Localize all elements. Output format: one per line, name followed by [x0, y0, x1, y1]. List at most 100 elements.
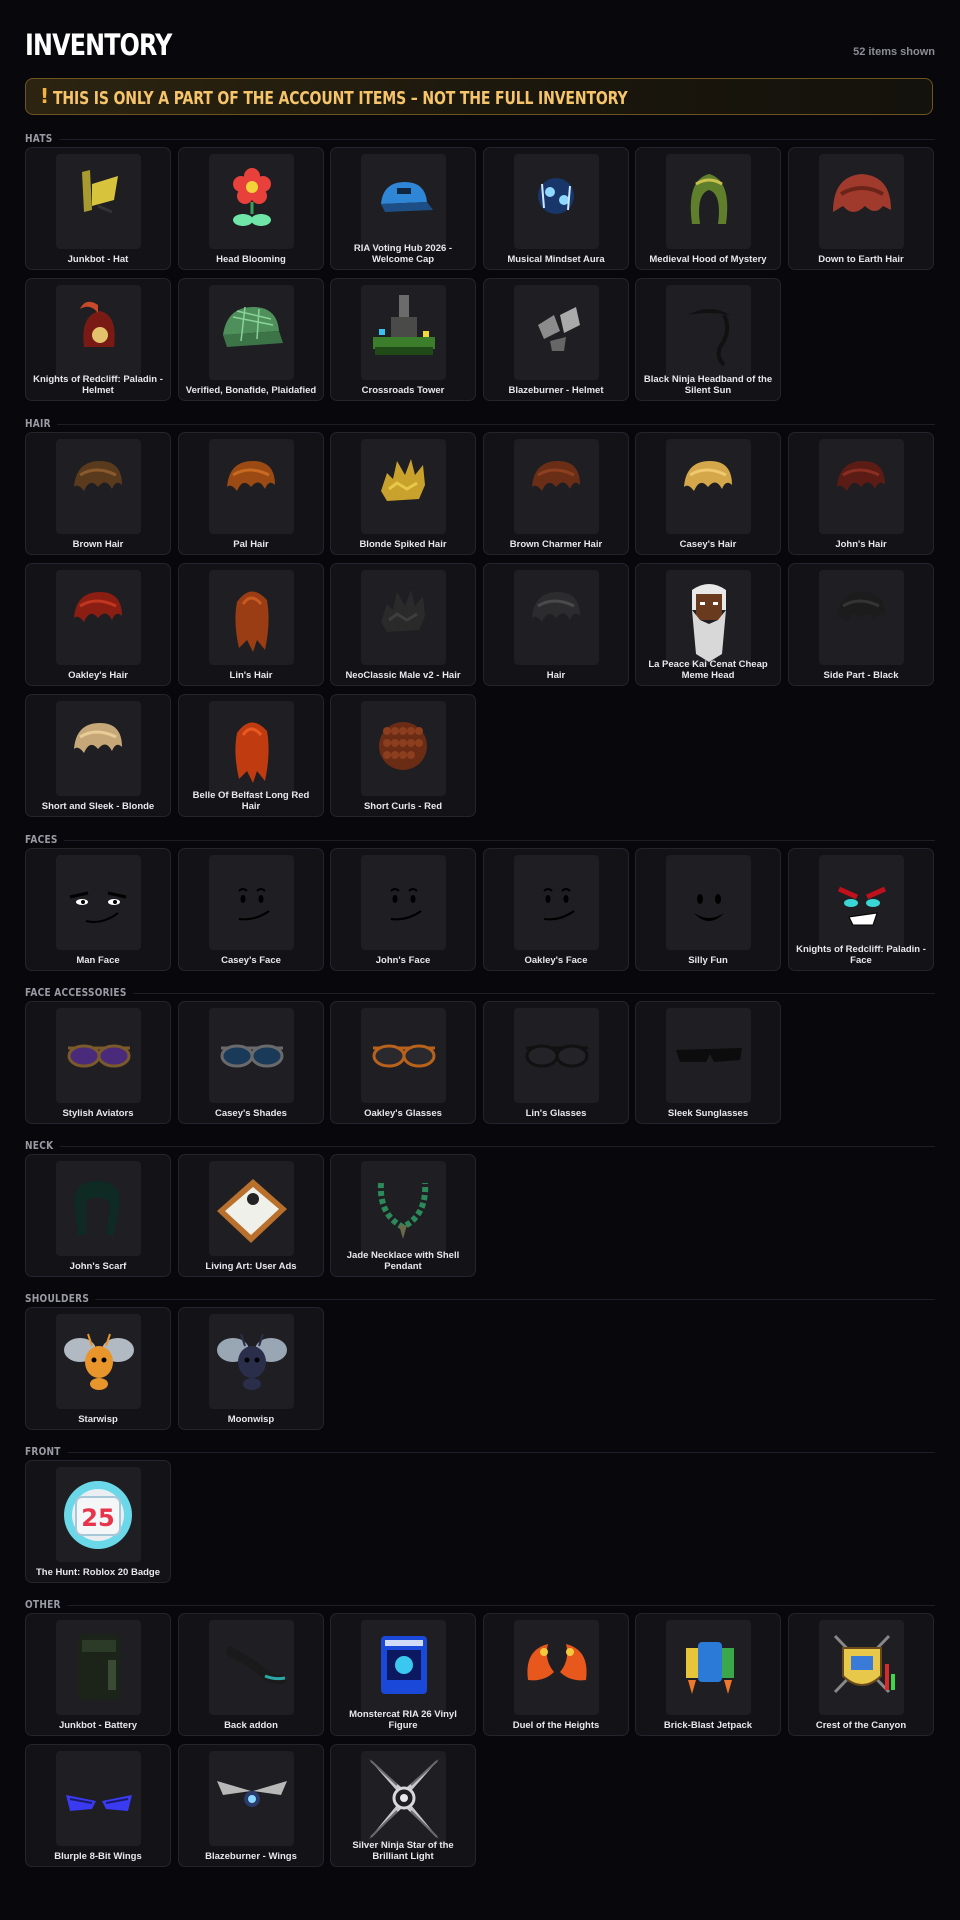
section-header: FACE ACCESSORIES	[25, 986, 935, 1002]
section-faces: FACES Man Face Casey's Face John's Face Oakl…	[25, 833, 935, 971]
item-card[interactable]: Lin's Glasses	[483, 1001, 629, 1124]
item-name: Blazeburner - Wings	[205, 1850, 297, 1862]
item-card[interactable]: RIA Voting Hub 2026 - Welcome Cap	[330, 147, 476, 270]
section-title: FACE ACCESSORIES	[25, 986, 134, 999]
item-card[interactable]: Junkbot - Hat	[25, 147, 171, 270]
item-card[interactable]: Belle Of Belfast Long Red Hair	[178, 694, 324, 817]
hair-red-icon	[56, 570, 141, 665]
item-card[interactable]: John's Hair	[788, 432, 934, 555]
item-card[interactable]: Black Ninja Headband of the Silent Sun	[635, 278, 781, 401]
item-card[interactable]: Duel of the Heights	[483, 1613, 629, 1736]
item-card[interactable]: Hair	[483, 563, 629, 686]
item-card[interactable]: Crossroads Tower	[330, 278, 476, 401]
item-name: Junkbot - Battery	[58, 1719, 138, 1731]
item-card[interactable]: Knights of Redcliff: Paladin - Face	[788, 848, 934, 971]
item-card[interactable]: John's Face	[330, 848, 476, 971]
item-card[interactable]: Junkbot - Battery	[25, 1613, 171, 1736]
item-card[interactable]: Head Blooming	[178, 147, 324, 270]
item-card[interactable]: Casey's Face	[178, 848, 324, 971]
item-card[interactable]: Down to Earth Hair	[788, 147, 934, 270]
section-title: FRONT	[25, 1445, 68, 1458]
framed-art-icon	[209, 1161, 294, 1256]
face-smirk-icon	[209, 855, 294, 950]
item-card[interactable]: Brown Charmer Hair	[483, 432, 629, 555]
item-card[interactable]: Crest of the Canyon	[788, 1613, 934, 1736]
item-card[interactable]: Medieval Hood of Mystery	[635, 147, 781, 270]
item-name: Back addon	[224, 1719, 278, 1731]
item-name: Living Art: User Ads	[205, 1260, 297, 1272]
item-card[interactable]: Knights of Redcliff: Paladin - Helmet	[25, 278, 171, 401]
item-card[interactable]: Blazeburner - Helmet	[483, 278, 629, 401]
item-name: Oakley's Face	[524, 954, 588, 966]
item-card[interactable]: Blazeburner - Wings	[178, 1744, 324, 1867]
item-card[interactable]: Short and Sleek - Blonde	[25, 694, 171, 817]
item-name: Oakley's Glasses	[364, 1107, 442, 1119]
page-title: INVENTORY	[25, 28, 172, 62]
item-card[interactable]: 25 The Hunt: Roblox 20 Badge	[25, 1460, 171, 1583]
item-card[interactable]: Side Part - Black	[788, 563, 934, 686]
item-card[interactable]: Silver Ninja Star of the Brilliant Light	[330, 1744, 476, 1867]
section-header: SHOULDERS	[25, 1292, 935, 1308]
item-name: Short and Sleek - Blonde	[41, 800, 155, 812]
item-card[interactable]: Man Face	[25, 848, 171, 971]
section-title: SHOULDERS	[25, 1292, 96, 1305]
item-card[interactable]: Pal Hair	[178, 432, 324, 555]
item-name: Short Curls - Red	[363, 800, 443, 812]
back-addon-icon	[209, 1620, 294, 1715]
item-card[interactable]: Oakley's Hair	[25, 563, 171, 686]
item-card[interactable]: John's Scarf	[25, 1154, 171, 1277]
item-card[interactable]: Verified, Bonafide, Plaidafied	[178, 278, 324, 401]
item-card[interactable]: Back addon	[178, 1613, 324, 1736]
section-header: HAIR	[25, 417, 935, 433]
item-card[interactable]: Casey's Shades	[178, 1001, 324, 1124]
item-name: Crest of the Canyon	[815, 1719, 907, 1731]
item-name: Head Blooming	[216, 253, 286, 265]
item-name: NeoClassic Male v2 - Hair	[345, 669, 461, 681]
item-name: Casey's Face	[221, 954, 281, 966]
items-count: 52 items shown	[853, 46, 935, 58]
item-card[interactable]: Short Curls - Red	[330, 694, 476, 817]
hair-blonde-spiked-icon	[361, 439, 446, 534]
green-hood-icon	[666, 154, 751, 249]
item-name: Hair	[546, 669, 566, 681]
section-hats: HATS Junkbot - Hat Head Blooming RIA Voting…	[25, 132, 935, 401]
item-card[interactable]: Lin's Hair	[178, 563, 324, 686]
item-name: RIA Voting Hub 2026 - Welcome Cap	[353, 243, 453, 265]
item-card[interactable]: Stylish Aviators	[25, 1001, 171, 1124]
item-card[interactable]: Blonde Spiked Hair	[330, 432, 476, 555]
wisp-dark-icon	[209, 1314, 294, 1409]
item-name: Blonde Spiked Hair	[359, 538, 447, 550]
item-card[interactable]: Moonwisp	[178, 1307, 324, 1430]
section-divider	[25, 993, 935, 994]
warning-text: THIS IS ONLY A PART OF THE ACCOUNT ITEMS…	[53, 88, 628, 109]
hair-black-icon	[361, 570, 446, 665]
item-card[interactable]: Living Art: User Ads	[178, 1154, 324, 1277]
item-card[interactable]: La Peace Kai Cenat Cheap Meme Head	[635, 563, 781, 686]
section-title: HAIR	[25, 417, 58, 430]
item-card[interactable]: Musical Mindset Aura	[483, 147, 629, 270]
item-card[interactable]: Casey's Hair	[635, 432, 781, 555]
item-card[interactable]: Starwisp	[25, 1307, 171, 1430]
sunglasses-sleek-icon	[666, 1008, 751, 1103]
section-header: NECK	[25, 1139, 935, 1155]
item-card[interactable]: Sleek Sunglasses	[635, 1001, 781, 1124]
item-card[interactable]: Brick-Blast Jetpack	[635, 1613, 781, 1736]
item-card[interactable]: Oakley's Glasses	[330, 1001, 476, 1124]
item-card[interactable]: Jade Necklace with Shell Pendant	[330, 1154, 476, 1277]
item-card[interactable]: Silly Fun	[635, 848, 781, 971]
item-card[interactable]: Oakley's Face	[483, 848, 629, 971]
hair-auburn-icon	[819, 439, 904, 534]
item-name: Blurple 8-Bit Wings	[54, 1850, 142, 1862]
item-card[interactable]: Brown Hair	[25, 432, 171, 555]
item-card[interactable]: NeoClassic Male v2 - Hair	[330, 563, 476, 686]
item-name: Belle Of Belfast Long Red Hair	[192, 790, 310, 812]
item-name: Junkbot - Hat	[67, 253, 129, 265]
aviators-blue-icon	[209, 1008, 294, 1103]
glasses-orange-icon	[361, 1008, 446, 1103]
hair-blonde-icon	[666, 439, 751, 534]
item-card[interactable]: Monstercat RIA 26 Vinyl Figure	[330, 1613, 476, 1736]
item-card[interactable]: Blurple 8-Bit Wings	[25, 1744, 171, 1867]
section-shoulders: SHOULDERS Starwisp Moonwisp	[25, 1292, 935, 1430]
item-name: Oakley's Hair	[68, 669, 128, 681]
item-name: Jade Necklace with Shell Pendant	[346, 1250, 460, 1272]
